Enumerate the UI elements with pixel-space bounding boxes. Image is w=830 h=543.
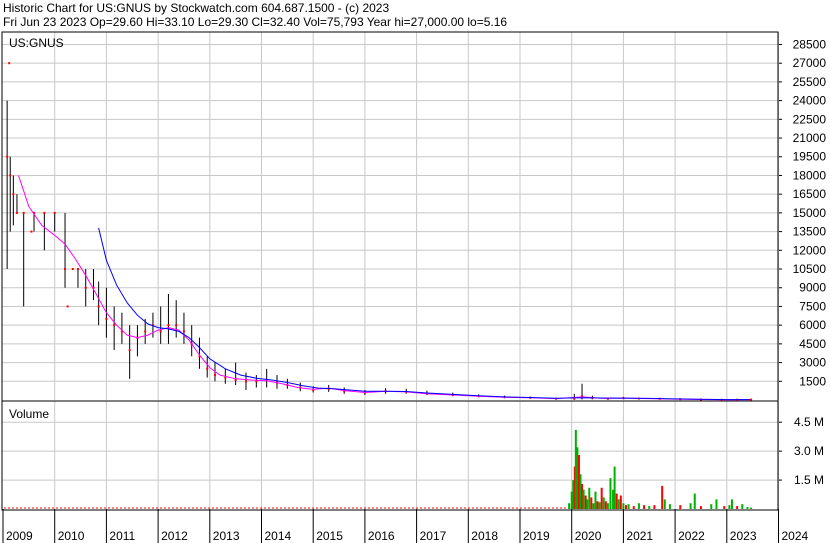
close-marker (6, 155, 9, 158)
price-tick-labels: 1500 3000 4500 6000 7500 9000 10500 12000 13500 1… (793, 37, 827, 388)
price-tick-label: 25500 (793, 75, 827, 89)
volume-grid (2, 421, 782, 481)
close-marker (12, 193, 15, 196)
close-marker (105, 317, 108, 320)
close-marker (128, 349, 131, 352)
price-tick-label: 13500 (793, 225, 827, 239)
price-tick-label: 24000 (793, 94, 827, 108)
close-marker (43, 211, 46, 214)
price-tick-label: 3000 (799, 356, 826, 370)
year-tick-label: 2017 (420, 529, 447, 543)
close-marker (97, 305, 100, 308)
year-tick-label: 2013 (213, 529, 240, 543)
close-marker (64, 268, 67, 271)
close-marker (206, 367, 209, 370)
volume-panel-label: Volume (9, 407, 49, 421)
year-tick-label: 2009 (6, 529, 33, 543)
year-tick-label: 2018 (471, 529, 498, 543)
close-marker (182, 330, 185, 333)
year-tick-label: 2011 (109, 529, 135, 543)
year-tick-label: 2016 (368, 529, 395, 543)
year-tick-label: 2024 (782, 529, 809, 543)
volume-tick-label: 4.5 M (794, 415, 824, 429)
price-tick-label: 15000 (793, 206, 827, 220)
price-tick-label: 4500 (799, 337, 826, 351)
year-tick-label: 2015 (316, 529, 343, 543)
year-tick-labels: 2009 2010 2011 2012 2013 2014 2015 2016 2017 2018… (6, 529, 809, 543)
close-marker (244, 380, 247, 383)
year-tick-label: 2021 (626, 529, 653, 543)
price-tick-label: 7500 (799, 299, 826, 313)
price-tick-label: 21000 (793, 131, 827, 145)
year-tick-label: 2012 (161, 529, 188, 543)
volume-tick-label: 3.0 M (794, 444, 824, 458)
close-marker (84, 286, 87, 289)
price-tick-label: 28500 (793, 37, 827, 51)
close-point (30, 230, 33, 233)
price-tick-label: 18000 (793, 168, 827, 182)
stock-chart: 1500 3000 4500 6000 7500 9000 10500 12000 13500 1… (1, 31, 827, 543)
close-marker (76, 268, 79, 271)
price-tick-label: 22500 (793, 112, 827, 126)
close-marker (15, 211, 18, 214)
volume-tick-labels: 1.5 M 3.0 M 4.5 M (794, 415, 824, 487)
year-tick-label: 2022 (678, 529, 705, 543)
close-point (66, 305, 69, 308)
price-tick-label: 19500 (793, 150, 827, 164)
close-point (8, 62, 11, 65)
close-marker (22, 211, 25, 214)
moving-average-long-line (98, 227, 751, 401)
price-tick-label: 10500 (793, 262, 827, 276)
year-tick-label: 2010 (58, 529, 85, 543)
close-marker (113, 324, 116, 327)
close-marker (175, 324, 178, 327)
price-tick-label: 9000 (799, 281, 826, 295)
year-tick-label: 2020 (575, 529, 602, 543)
close-marker (53, 211, 56, 214)
price-panel-frame (1, 31, 779, 402)
close-point (71, 268, 74, 271)
symbol-label: US:GNUS (9, 36, 64, 50)
close-marker (750, 398, 753, 401)
volume-tick-label: 1.5 M (794, 473, 824, 487)
price-tick-label: 27000 (793, 56, 827, 70)
close-marker (159, 330, 162, 333)
volume-bars (4, 429, 753, 509)
year-tick-label: 2023 (730, 529, 757, 543)
year-tick-label: 2019 (523, 529, 550, 543)
close-marker (167, 324, 170, 327)
price-tick-label: 6000 (799, 318, 826, 332)
close-marker (9, 174, 12, 177)
price-tick-label: 1500 (799, 374, 826, 388)
year-tick-label: 2014 (265, 529, 292, 543)
price-tick-label: 16500 (793, 187, 827, 201)
close-marker (144, 330, 147, 333)
price-grid (2, 43, 782, 382)
close-marker (213, 374, 216, 377)
price-tick-label: 12000 (793, 243, 827, 257)
